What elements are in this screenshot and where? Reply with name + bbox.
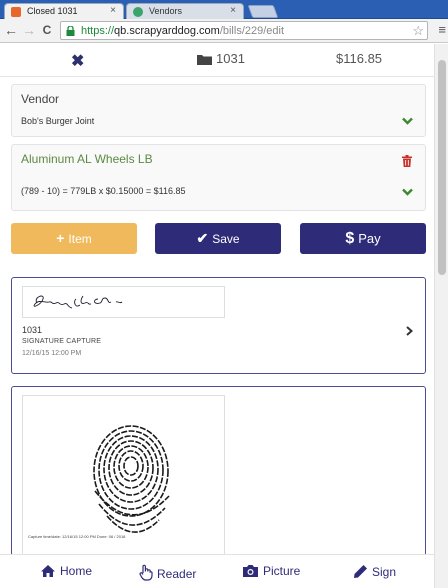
tab-title: Closed 1031 (27, 6, 78, 16)
close-tab-icon[interactable]: × (110, 5, 116, 16)
add-item-label: Item (68, 232, 92, 246)
chevron-down-icon[interactable] (402, 117, 413, 125)
vendor-name: Bob's Burger Joint (21, 116, 95, 126)
folder-icon (197, 55, 212, 65)
browser-toolbar: ← → C https://qb.scrapyarddog.com/bills/… (0, 19, 448, 43)
attachment-type: SIGNATURE CAPTURE (22, 338, 102, 345)
camera-icon (243, 565, 258, 577)
tab-vendors[interactable]: Vendors × (126, 3, 244, 19)
signature-attachment[interactable]: 1031 SIGNATURE CAPTURE 12/16/15 12:00 PM (11, 277, 426, 374)
reader-button[interactable]: Reader (139, 564, 196, 581)
fingerprint-attachment[interactable]: Capture time/date: 12/16/15 12:00 PM Don… (11, 386, 426, 554)
browser-menu-icon[interactable]: ≡ (438, 22, 446, 37)
fingerprint-drawing (93, 425, 170, 533)
picture-button[interactable]: Picture (242, 564, 300, 578)
url-host: qb.scrapyarddog.com (114, 25, 220, 37)
bookmark-star-icon[interactable]: ☆ (412, 23, 424, 39)
dollar-icon: $ (345, 230, 355, 247)
bill-total: $116.85 (336, 51, 383, 66)
vendors-favicon-icon (133, 7, 143, 17)
reader-label: Reader (157, 567, 197, 581)
close-tab-icon[interactable]: × (230, 5, 236, 16)
pen-icon (354, 565, 367, 578)
lock-icon (66, 26, 75, 36)
dog-favicon-icon (11, 7, 21, 17)
plus-icon: + (56, 230, 65, 246)
bill-summary-bar: ✖ 1031 $116.85 (0, 44, 434, 77)
fingerprint-image: Capture time/date: 12/16/15 12:00 PM Don… (22, 395, 225, 554)
save-label: Save (212, 232, 240, 246)
checkmark-icon: ✔ (196, 230, 209, 246)
tab-closed-1031[interactable]: Closed 1031 × (4, 3, 124, 19)
url-path: /bills/229/edit (219, 25, 285, 37)
fingerprint-caption: Capture time/date: 12/16/15 12:00 PM Don… (28, 534, 126, 539)
weight-price-formula: (789 - 10) = 779LB x $0.15000 = $116.85 (21, 186, 186, 196)
attachment-number: 1031 (22, 325, 43, 335)
back-button[interactable]: ← (3, 22, 19, 38)
sign-label: Sign (372, 565, 397, 579)
pay-label: Pay (358, 231, 381, 246)
page-content: ✖ 1031 $116.85 Vendor Bob's Burger Joint… (0, 44, 434, 554)
signature-scribble (33, 295, 123, 309)
pay-button[interactable]: $ Pay (300, 223, 426, 254)
reload-button[interactable]: C (39, 23, 55, 37)
attachment-date: 12/16/15 12:00 PM (22, 350, 82, 357)
chevron-down-icon[interactable] (402, 188, 413, 196)
save-button[interactable]: ✔ Save (155, 223, 281, 254)
home-label: Home (60, 564, 93, 578)
close-bill-icon[interactable]: ✖ (71, 51, 84, 71)
line-item-card[interactable]: Aluminum AL Wheels LB (789 - 10) = 779LB… (11, 144, 426, 211)
browser-tab-strip: Closed 1031 × Vendors × (0, 0, 448, 19)
material-name: Aluminum AL Wheels LB (21, 152, 153, 166)
picture-label: Picture (263, 564, 301, 578)
chevron-right-icon[interactable] (406, 326, 413, 336)
new-tab-button[interactable] (247, 5, 279, 18)
vendor-selector[interactable]: Vendor Bob's Burger Joint (11, 84, 426, 137)
sign-button[interactable]: Sign (353, 564, 396, 579)
pointer-hand-icon (139, 564, 153, 581)
tab-title: Vendors (149, 6, 183, 16)
home-button[interactable]: Home (40, 564, 92, 578)
add-item-button[interactable]: + Item (11, 223, 137, 254)
scrollbar-thumb[interactable] (438, 60, 446, 275)
bill-number: 1031 (216, 51, 245, 66)
signature-image (22, 286, 225, 318)
trash-icon[interactable] (402, 155, 412, 167)
address-bar[interactable]: https://qb.scrapyarddog.com/bills/229/ed… (60, 21, 428, 40)
vendor-label: Vendor (21, 92, 60, 106)
forward-button[interactable]: → (21, 22, 37, 38)
url-scheme: https:// (81, 25, 115, 37)
home-icon (41, 565, 55, 577)
footer-nav: Home Reader Picture Sign (0, 554, 434, 588)
page-scrollbar[interactable] (434, 44, 448, 588)
